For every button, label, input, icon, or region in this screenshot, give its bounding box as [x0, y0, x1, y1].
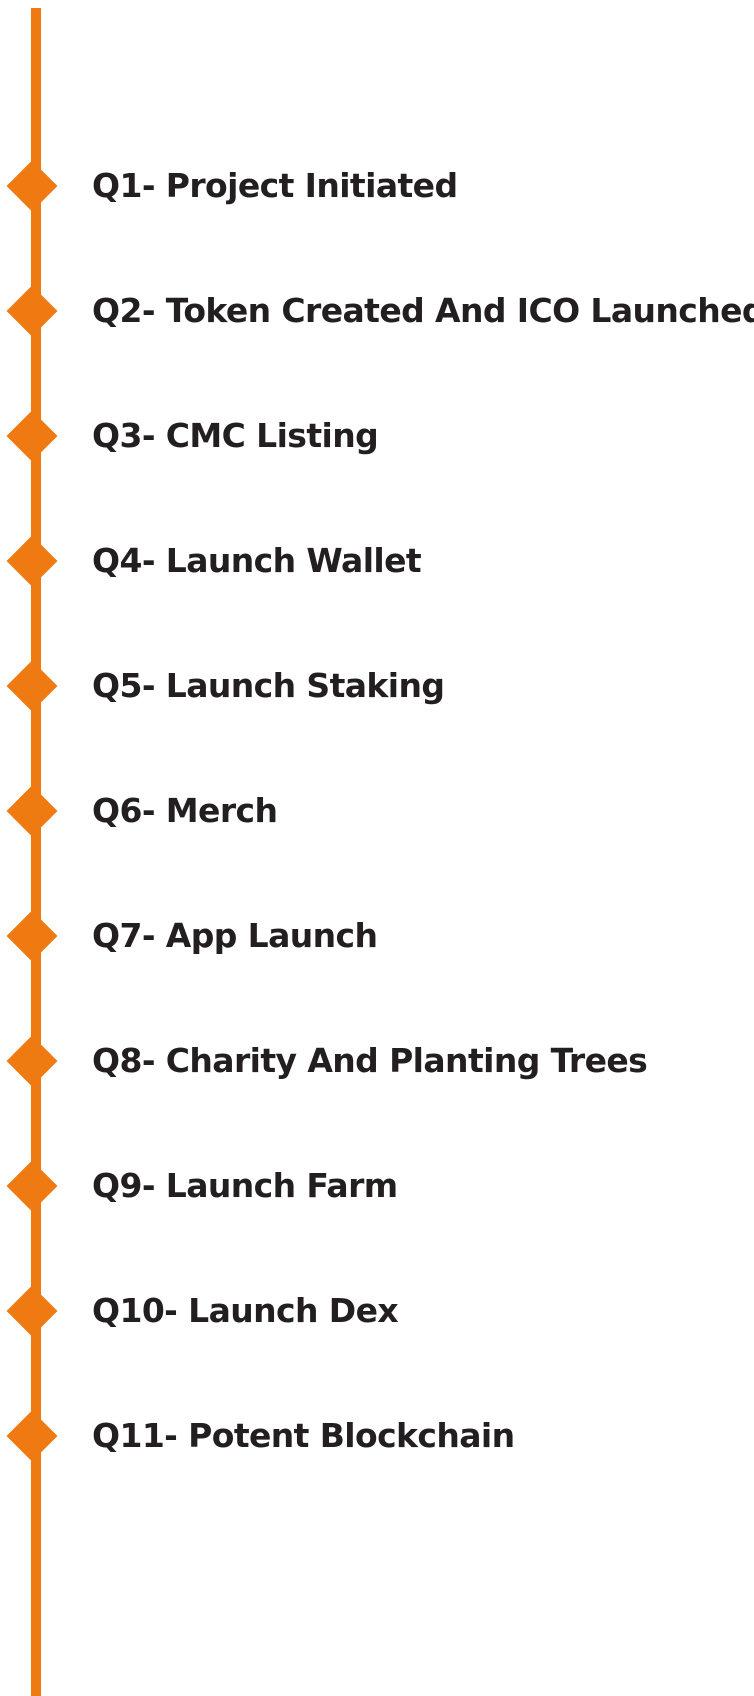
milestone-label: Q6- Merch: [92, 791, 278, 830]
milestone-label: Q11- Potent Blockchain: [92, 1416, 515, 1455]
milestone-label: Q8- Charity And Planting Trees: [92, 1041, 648, 1080]
milestone-q4: Q4- Launch Wallet: [0, 533, 754, 589]
milestone-label: Q2- Token Created And ICO Launched: [92, 291, 754, 330]
diamond-marker-icon: [6, 535, 58, 587]
milestone-label: Q7- App Launch: [92, 916, 378, 955]
milestone-q7: Q7- App Launch: [0, 908, 754, 964]
milestone-q11: Q11- Potent Blockchain: [0, 1408, 754, 1464]
milestone-q2: Q2- Token Created And ICO Launched: [0, 283, 754, 339]
diamond-marker-icon: [6, 910, 58, 962]
diamond-marker-icon: [6, 660, 58, 712]
diamond-marker-icon: [6, 1410, 58, 1462]
milestone-q5: Q5- Launch Staking: [0, 658, 754, 714]
milestone-q10: Q10- Launch Dex: [0, 1283, 754, 1339]
milestone-label: Q9- Launch Farm: [92, 1166, 398, 1205]
milestone-label: Q5- Launch Staking: [92, 666, 445, 705]
diamond-marker-icon: [6, 160, 58, 212]
milestone-q6: Q6- Merch: [0, 783, 754, 839]
milestone-q1: Q1- Project Initiated: [0, 158, 754, 214]
milestone-label: Q3- CMC Listing: [92, 416, 379, 455]
diamond-marker-icon: [6, 1035, 58, 1087]
milestone-q8: Q8- Charity And Planting Trees: [0, 1033, 754, 1089]
diamond-marker-icon: [6, 1160, 58, 1212]
diamond-marker-icon: [6, 1285, 58, 1337]
diamond-marker-icon: [6, 285, 58, 337]
diamond-marker-icon: [6, 785, 58, 837]
milestone-label: Q10- Launch Dex: [92, 1291, 399, 1330]
milestone-q3: Q3- CMC Listing: [0, 408, 754, 464]
milestone-label: Q1- Project Initiated: [92, 166, 458, 205]
milestone-label: Q4- Launch Wallet: [92, 541, 422, 580]
diamond-marker-icon: [6, 410, 58, 462]
milestone-q9: Q9- Launch Farm: [0, 1158, 754, 1214]
